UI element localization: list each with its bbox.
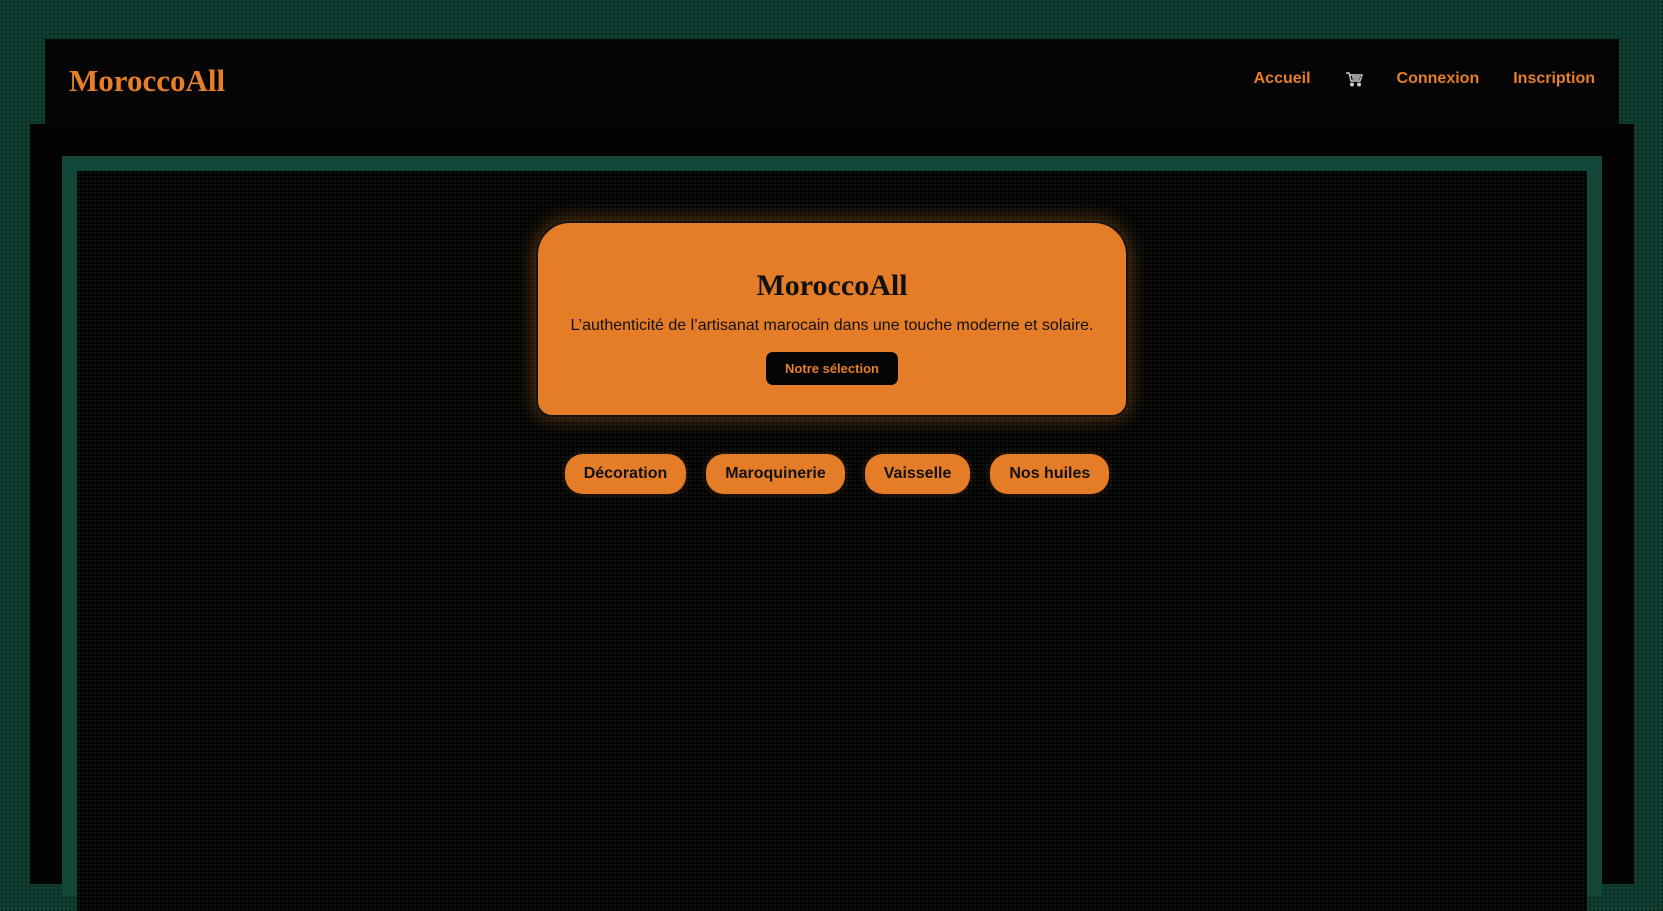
category-button-oils[interactable]: Nos huiles xyxy=(990,454,1110,494)
main-content: MoroccoAll L’authenticité de l’artisanat… xyxy=(77,171,1587,911)
site-logo[interactable]: MoroccoAll xyxy=(69,63,225,99)
category-button-tableware[interactable]: Vaisselle xyxy=(864,454,971,494)
shopping-cart-icon[interactable] xyxy=(1345,71,1363,87)
hero-card: MoroccoAll L’authenticité de l’artisanat… xyxy=(536,221,1128,417)
main-nav: Accueil Connexion Inscription xyxy=(1254,70,1595,88)
hero-subtitle: L’authenticité de l’artisanat marocain d… xyxy=(570,317,1094,334)
nav-home-link[interactable]: Accueil xyxy=(1254,70,1311,88)
site-header: MoroccoAll Accueil Connexion Inscription xyxy=(45,39,1619,125)
nav-login-link[interactable]: Connexion xyxy=(1397,70,1480,88)
nav-register-link[interactable]: Inscription xyxy=(1513,70,1595,88)
hero-title: MoroccoAll xyxy=(756,269,908,302)
category-button-leather-goods[interactable]: Maroquinerie xyxy=(706,454,845,494)
category-button-decoration[interactable]: Décoration xyxy=(564,454,687,494)
our-selection-button[interactable]: Notre sélection xyxy=(766,352,898,385)
category-list: Décoration Maroquinerie Vaisselle Nos hu… xyxy=(77,454,1587,494)
